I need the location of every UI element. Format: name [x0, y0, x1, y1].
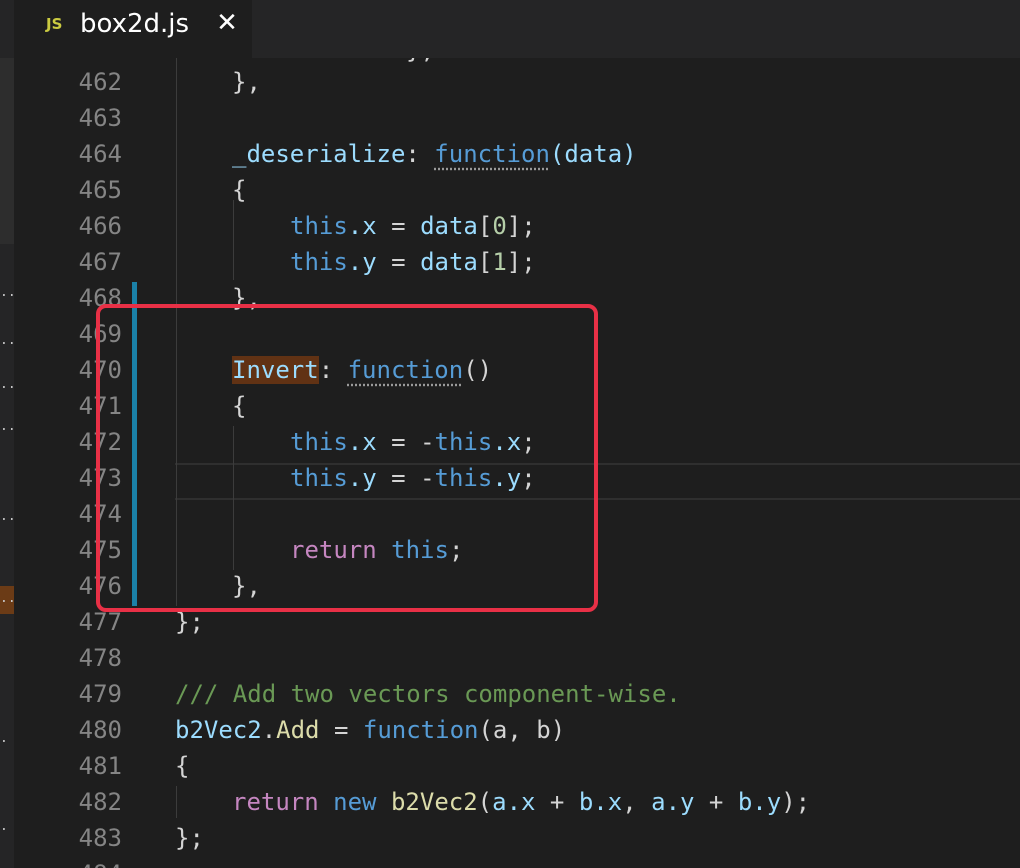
code-line: 465 { — [14, 172, 1020, 208]
code-token: data — [420, 212, 478, 240]
code-token: : — [405, 140, 435, 168]
code-token: ]; — [506, 212, 536, 240]
line-number: 483 — [78, 824, 122, 852]
code-token: .y — [347, 248, 377, 276]
code-token: [ — [477, 248, 493, 276]
overflow-dots-icon: ... — [0, 333, 24, 348]
annotation-highlight-box — [96, 304, 598, 612]
overflow-dots-icon: ... — [0, 591, 24, 606]
code-token: .x — [593, 788, 623, 816]
code-token: Add — [276, 716, 320, 744]
code-token: .x — [347, 212, 377, 240]
code-token: , — [622, 788, 652, 816]
code-text: { — [232, 176, 247, 204]
code-line: 483 }; — [14, 820, 1020, 856]
code-text: { — [175, 752, 190, 780]
code-line: 464 _deserialize: function(data) — [14, 136, 1020, 172]
code-token: = — [376, 248, 421, 276]
code-text: b2Vec2.Add = function(a, b) — [175, 712, 565, 748]
code-token: function — [434, 140, 550, 168]
code-text: this.x = data[0]; — [290, 208, 536, 244]
close-icon[interactable]: ✕ — [212, 8, 242, 38]
code-text: }, — [232, 68, 261, 96]
overflow-dots-icon: . — [0, 731, 8, 746]
method-name: _deserialize — [232, 140, 406, 168]
code-token: b — [578, 788, 594, 816]
code-token: .y — [752, 788, 782, 816]
code-token: .y — [665, 788, 695, 816]
line-number: 467 — [78, 248, 122, 276]
code-token: = — [376, 212, 421, 240]
code-token: . — [261, 716, 277, 744]
code-line: 466 this.x = data[0]; — [14, 208, 1020, 244]
overflow-dots-icon: . — [0, 819, 8, 834]
code-text: return new b2Vec2(a.x + b.x, a.y + b.y); — [232, 784, 810, 820]
line-number: 465 — [78, 176, 122, 204]
line-number: 484 — [14, 856, 122, 868]
line-number: 462 — [78, 68, 122, 96]
line-number: 466 — [78, 212, 122, 240]
code-token: new — [333, 788, 377, 816]
line-number: 464 — [78, 140, 122, 168]
code-token: return — [232, 788, 319, 816]
line-number: 478 — [78, 644, 122, 672]
code-token: this — [290, 212, 348, 240]
code-token: ( — [477, 788, 493, 816]
tab-box2d-js[interactable]: JS box2d.js ✕ — [14, 0, 252, 58]
code-token: this — [290, 248, 348, 276]
code-token: 0 — [492, 212, 507, 240]
overflow-dots-icon: ... — [0, 377, 24, 392]
code-token: ]; — [506, 248, 536, 276]
code-line: 463 — [14, 100, 1020, 136]
code-line: 478 — [14, 640, 1020, 676]
code-token: b — [737, 788, 753, 816]
code-token: b2Vec2 — [175, 716, 262, 744]
code-token: b2Vec2 — [390, 788, 478, 816]
code-line: 479 /// Add two vectors component-wise. — [14, 676, 1020, 712]
code-line: 462 }, — [14, 64, 1020, 100]
code-token: = — [319, 716, 363, 744]
code-token: + — [535, 788, 579, 816]
code-text: }; — [175, 824, 204, 852]
code-line: 481 { — [14, 748, 1020, 784]
overflow-dots-icon: .. — [0, 419, 16, 434]
code-token: [ — [477, 212, 493, 240]
code-line: 480 b2Vec2.Add = function(a, b) — [14, 712, 1020, 748]
line-number: 479 — [78, 680, 122, 708]
code-token: a — [651, 788, 666, 816]
code-token: (a, b) — [478, 716, 566, 744]
overflow-dots-icon: .. — [0, 285, 16, 300]
code-line: 467 this.y = data[1]; — [14, 244, 1020, 280]
code-text: _deserialize: function(data) — [232, 136, 637, 172]
code-token: data — [420, 248, 478, 276]
code-token: 1 — [492, 248, 507, 276]
tab-title: box2d.js — [80, 9, 190, 39]
left-panel-header — [0, 58, 14, 244]
code-token: + — [694, 788, 738, 816]
line-number: 482 — [78, 788, 122, 816]
js-file-icon: JS — [46, 15, 63, 33]
tab-bar: JS box2d.js ✕ — [0, 0, 1020, 58]
line-number: 481 — [78, 752, 122, 780]
code-comment: /// Add two vectors component-wise. — [175, 680, 681, 708]
code-token: (data) — [549, 140, 637, 168]
code-text: this.y = data[1]; — [290, 244, 536, 280]
code-token: .x — [506, 788, 536, 816]
code-token: ); — [781, 788, 811, 816]
line-number: 480 — [78, 716, 122, 744]
overflow-dots-icon: .. — [0, 509, 16, 524]
line-number: 463 — [78, 104, 122, 132]
code-token: function — [362, 716, 479, 744]
code-line: 482 return new b2Vec2(a.x + b.x, a.y + b… — [14, 784, 1020, 820]
code-token: a — [492, 788, 507, 816]
code-line: 484 — [14, 856, 1020, 868]
